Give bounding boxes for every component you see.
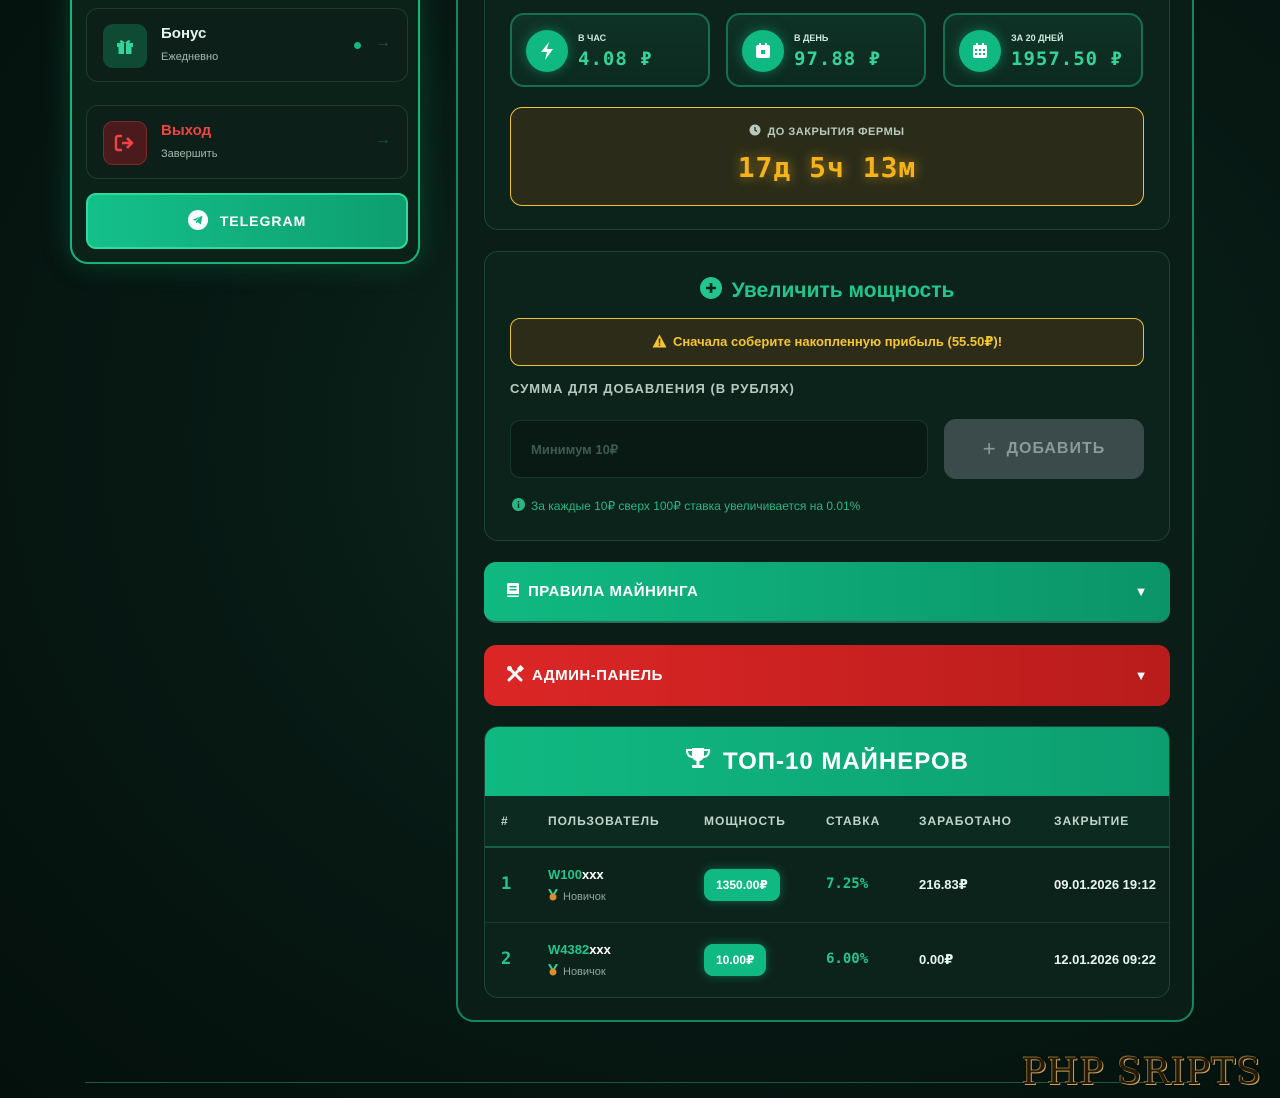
medal-icon [548,888,558,904]
medal-icon [548,963,558,979]
logout-subtitle: Завершить [161,148,218,160]
col-closing: ЗАКРЫТИЕ [1054,814,1130,828]
admin-panel-label: АДМИН-ПАНЕЛЬ [532,667,663,684]
watermark-logo: PHP SRIPTS [1021,1052,1262,1093]
row-rate: 6.00% [826,951,869,967]
plus-circle-icon [699,277,722,305]
earning-per-hour-value: 4.08 ₽ [578,48,653,70]
arrow-right-icon: → [375,34,391,51]
row-earned: 216.83₽ [919,877,968,892]
amount-input[interactable] [510,420,928,478]
user-menu-panel: Бонус Ежедневно → Выход Завершить → TELE… [70,0,420,264]
row-power-badge: 1350.00₽ [704,869,780,901]
earning-per-20-days-card: ЗА 20 ДНЕЙ 1957.50 ₽ [943,13,1143,87]
top-miners-title: ТОП-10 МАЙНЕРОВ [723,747,969,775]
telegram-icon [187,209,208,233]
rate-info-text: За каждые 10₽ сверх 100₽ ставка увеличив… [531,499,861,513]
row-user-name: W4382xxx [548,942,611,957]
increase-power-section: Увеличить мощность Сначала соберите нако… [484,251,1170,541]
farm-close-label: ДО ЗАКРЫТИЯ ФЕРМЫ [767,125,905,138]
col-earned: ЗАРАБОТАНО [919,814,1012,828]
trophy-icon [685,746,711,777]
arrow-right-icon: → [375,131,391,148]
bonus-subtitle: Ежедневно [161,51,219,63]
chevron-down-icon: ▼ [1134,668,1148,683]
clock-icon [749,124,761,139]
table-header: # ПОЛЬЗОВАТЕЛЬ МОЩНОСТЬ СТАВКА ЗАРАБОТАН… [485,796,1169,848]
lightning-icon [526,30,568,72]
logout-title: Выход [161,122,212,139]
telegram-button[interactable]: TELEGRAM [86,193,408,249]
add-power-button[interactable]: + ДОБАВИТЬ [944,419,1144,479]
row-earned: 0.00₽ [919,952,954,967]
earning-per-20-days-label: ЗА 20 ДНЕЙ [1011,33,1064,43]
row-user-level: Новичок [548,963,606,979]
mining-main-panel: В ЧАС 4.08 ₽ В ДЕНЬ 97.88 ₽ ЗА 20 ДНЕЙ 1… [456,0,1194,1022]
earnings-section: В ЧАС 4.08 ₽ В ДЕНЬ 97.88 ₽ ЗА 20 ДНЕЙ 1… [484,0,1170,230]
top-miners-table: ТОП-10 МАЙНЕРОВ # ПОЛЬЗОВАТЕЛЬ МОЩНОСТЬ … [484,726,1170,998]
collect-profit-warning: Сначала соберите накопленную прибыль (55… [510,318,1144,366]
amount-label: СУММА ДЛЯ ДОБАВЛЕНИЯ (В РУБЛЯХ) [510,381,795,396]
farm-close-value: 17д 5ч 13м [737,151,917,184]
bonus-available-dot [354,42,361,49]
bonus-title: Бонус [161,25,207,42]
info-icon [512,498,525,514]
row-rank: 1 [501,874,512,894]
row-closing: 12.01.2026 09:22 [1054,952,1156,967]
calendar-month-icon [959,30,1001,72]
warning-text: Сначала соберите накопленную прибыль (55… [672,334,1003,349]
earning-per-day-label: В ДЕНЬ [794,33,829,43]
table-row: 1 W100xxx Новичок 1350.00₽ 7.25% 216.83₽… [485,848,1169,923]
row-user-name: W100xxx [548,867,604,882]
mining-rules-accordion[interactable]: ПРАВИЛА МАЙНИНГА ▼ [484,562,1170,623]
col-rank: # [501,814,509,828]
row-user-level: Новичок [548,888,606,904]
add-power-label: ДОБАВИТЬ [1006,440,1106,457]
logout-icon [103,121,147,165]
row-rate: 7.25% [826,876,869,892]
book-icon [506,582,520,602]
increase-power-title: Увеличить мощность [731,279,955,302]
plus-icon: + [982,436,997,461]
tools-icon [506,664,525,687]
earning-per-hour-label: В ЧАС [578,33,607,43]
logout-menu-item[interactable]: Выход Завершить → [86,105,408,179]
row-rank: 2 [501,949,512,969]
col-power: МОЩНОСТЬ [704,814,786,828]
telegram-label: TELEGRAM [219,213,307,229]
row-closing: 09.01.2026 19:12 [1054,877,1156,892]
warning-icon [652,334,667,351]
row-power-badge: 10.00₽ [704,944,767,976]
earning-per-hour-card: В ЧАС 4.08 ₽ [510,13,710,87]
gift-icon [103,24,147,68]
mining-rules-label: ПРАВИЛА МАЙНИНГА [528,583,699,600]
earning-per-day-value: 97.88 ₽ [794,48,882,70]
col-user: ПОЛЬЗОВАТЕЛЬ [548,814,660,828]
rate-info-note: За каждые 10₽ сверх 100₽ ставка увеличив… [512,498,860,514]
col-rate: СТАВКА [826,814,881,828]
earning-per-day-card: В ДЕНЬ 97.88 ₽ [726,13,926,87]
earning-per-20-days-value: 1957.50 ₽ [1011,48,1123,70]
calendar-day-icon [742,30,784,72]
bonus-menu-item[interactable]: Бонус Ежедневно → [86,8,408,82]
chevron-down-icon: ▼ [1134,584,1148,599]
admin-panel-accordion[interactable]: АДМИН-ПАНЕЛЬ ▼ [484,645,1170,706]
farm-close-countdown: ДО ЗАКРЫТИЯ ФЕРМЫ 17д 5ч 13м [510,107,1144,206]
table-row: 2 W4382xxx Новичок 10.00₽ 6.00% 0.00₽ 12… [485,923,1169,997]
